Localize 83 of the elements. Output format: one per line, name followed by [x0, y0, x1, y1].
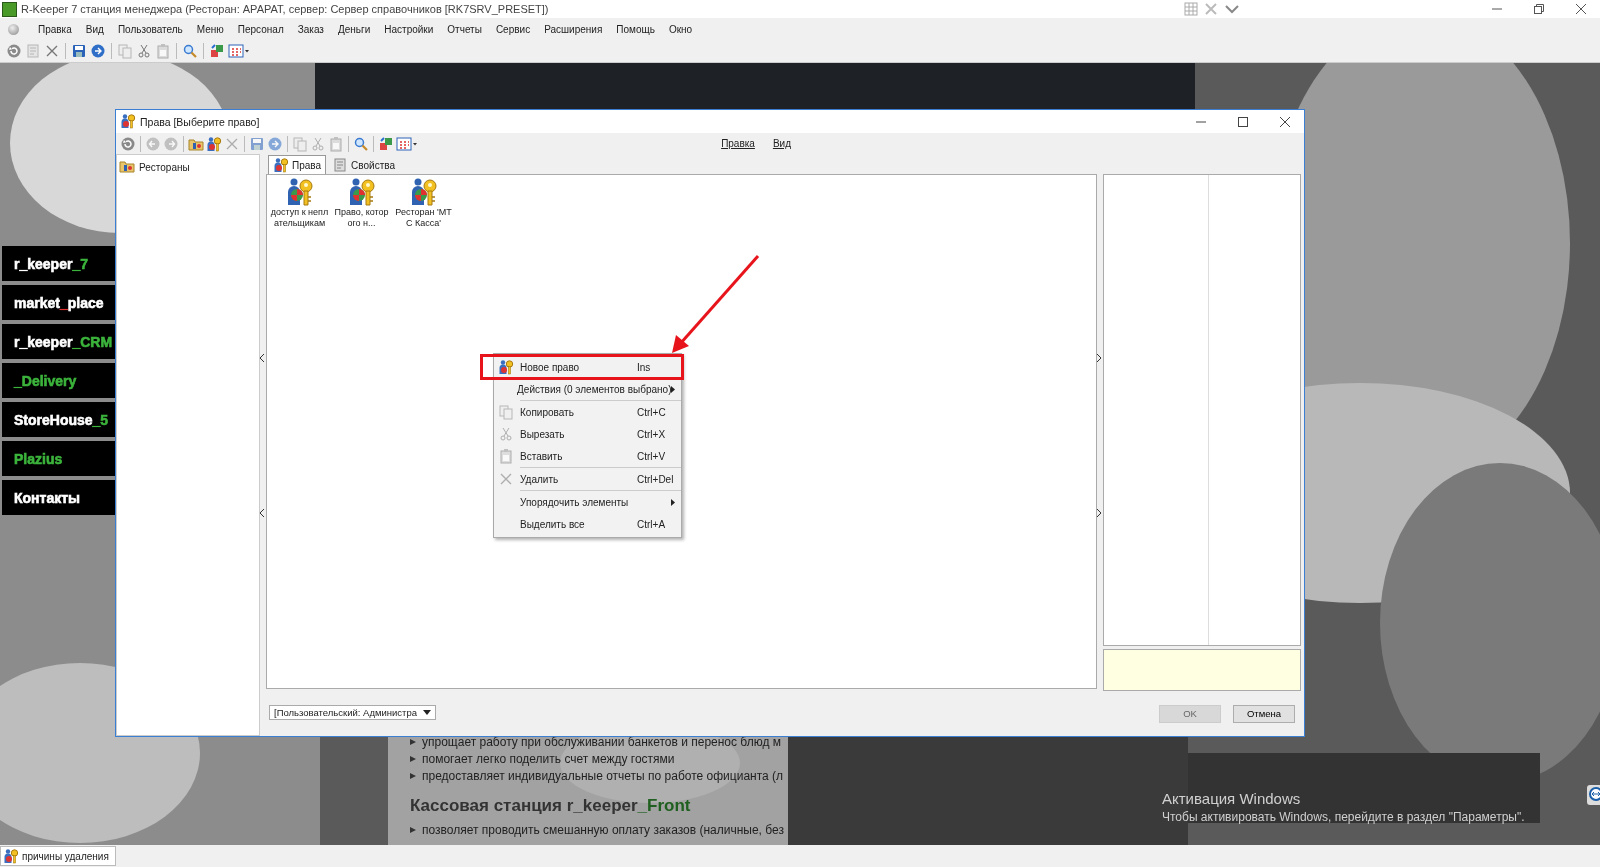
dialog-button[interactable]: Отмена [1233, 704, 1295, 723]
grid-icon[interactable] [396, 135, 418, 152]
grid-icon[interactable] [228, 43, 250, 59]
menu-item[interactable]: Меню [189, 23, 231, 35]
site-menu-link[interactable]: Контакты [2, 480, 115, 515]
window-title: R-Keeper 7 станция менеджера (Ресторан: APAPAT, сервер: Сервер справочников [RK7SRV_PRESET]) [21, 3, 550, 15]
menu-item[interactable]: Заказ [290, 23, 331, 35]
cut-icon [498, 426, 514, 442]
user-key-icon [273, 157, 289, 173]
save-icon[interactable] [249, 135, 265, 152]
site-menu-link[interactable]: r_keeper_7 [2, 246, 115, 281]
context-menu-item[interactable]: Упорядочить элементы [494, 491, 681, 513]
site-menu-link[interactable]: StoreHouse_5 [2, 402, 115, 437]
context-menu-item[interactable]: Действия (0 элементов выбрано) [494, 378, 681, 400]
user-dropdown[interactable]: [Пользовательский: Администра [269, 705, 437, 720]
context-menu-item[interactable]: Новое право Ins [480, 354, 684, 380]
menu-item[interactable]: Сервис [488, 23, 538, 35]
refresh-icon[interactable] [120, 135, 136, 152]
submenu-arrow-icon [671, 498, 675, 506]
user-key-icon [3, 848, 19, 864]
app-menu-icon[interactable] [8, 23, 19, 35]
menu-item[interactable]: Правка [713, 138, 763, 149]
status-tab[interactable]: причины удаления [0, 846, 116, 866]
context-menu-item[interactable]: Удалить Ctrl+Del [494, 468, 681, 490]
cut-icon[interactable] [136, 43, 152, 59]
cross-icon[interactable] [44, 43, 60, 59]
item-label[interactable]: Право, которого н... [332, 207, 391, 229]
context-menu-item[interactable]: Копировать Ctrl+C [494, 401, 681, 423]
user-key-icon[interactable] [206, 135, 222, 152]
shapes-icon[interactable] [378, 135, 394, 152]
user-key-icon [498, 359, 514, 375]
context-menu-item[interactable]: Выделить все Ctrl+A [494, 513, 681, 535]
bullet-icon [410, 826, 416, 833]
folder-icon [119, 158, 135, 176]
menu-item[interactable]: Окно [661, 23, 700, 35]
menu-item[interactable]: Расширения [537, 23, 610, 35]
activation-text: Чтобы активировать Windows, перейдите в раздел "Параметры". [1162, 810, 1525, 824]
bullet-text: предоставляет индивидуальные отчеты по работе официанта (л [422, 768, 784, 783]
copy-icon [498, 404, 514, 420]
search-icon[interactable] [353, 135, 369, 152]
remote-tool-icon[interactable] [1587, 785, 1600, 805]
site-menu-link[interactable]: market_place [2, 285, 115, 320]
section-heading: Кассовая станция r_keeper_Front [410, 796, 692, 816]
menu-item[interactable]: Вид [78, 23, 111, 35]
bullet-text: позволяет проводить смешанную оплату заказов (наличные, без [422, 822, 784, 837]
menu-item[interactable]: Помощь [609, 23, 662, 35]
item-label[interactable]: доступ к неплательщикам [270, 207, 329, 229]
bullet-icon [410, 772, 416, 779]
tree-item[interactable]: Рестораны [137, 160, 192, 174]
site-menu-link[interactable]: Plazius [2, 441, 115, 476]
context-menu-item[interactable]: Вставить Ctrl+V [494, 445, 681, 467]
bullet-text: упрощает работу при обслуживании банкетов и перенос блюд м [422, 734, 781, 749]
tab[interactable]: Свойства [327, 155, 400, 174]
caret-icon [423, 710, 432, 715]
dialog-title: Права [Выберите право] [140, 115, 261, 128]
search-icon[interactable] [182, 43, 198, 59]
bullet-text: помогает легко поделить счет между гостями [422, 751, 675, 766]
menu-item[interactable]: Отчеты [440, 23, 489, 35]
site-menu-link[interactable]: _Delivery [2, 363, 115, 398]
paste-icon [498, 448, 514, 464]
menu-item[interactable]: Правка [31, 23, 79, 35]
bullet-icon [410, 755, 416, 762]
app-icon [2, 1, 17, 17]
cut-icon[interactable] [310, 135, 326, 152]
document-icon [332, 157, 349, 173]
tab[interactable]: Права [268, 155, 327, 174]
submenu-arrow-icon [671, 385, 675, 393]
refresh-icon[interactable] [6, 43, 22, 59]
cross-icon [498, 471, 514, 487]
activation-title: Активация Windows [1162, 790, 1302, 807]
site-menu-link[interactable]: r_keeper_CRM [2, 324, 115, 359]
menu-item[interactable]: Персонал [230, 23, 291, 35]
menu-item[interactable]: Пользователь [110, 23, 190, 35]
item-label[interactable]: Ресторан 'МТС Касса' [394, 207, 453, 229]
menu-item[interactable]: Вид [764, 138, 799, 149]
paste-icon[interactable] [328, 135, 344, 152]
menu-item[interactable]: Деньги [330, 23, 378, 35]
context-menu-item[interactable]: Вырезать Ctrl+X [494, 423, 681, 445]
shapes-icon[interactable] [209, 43, 225, 59]
menu-item[interactable]: Настройки [377, 23, 441, 35]
user-key-icon [120, 112, 136, 131]
paste-icon[interactable] [155, 43, 171, 59]
save-icon[interactable] [71, 43, 87, 59]
